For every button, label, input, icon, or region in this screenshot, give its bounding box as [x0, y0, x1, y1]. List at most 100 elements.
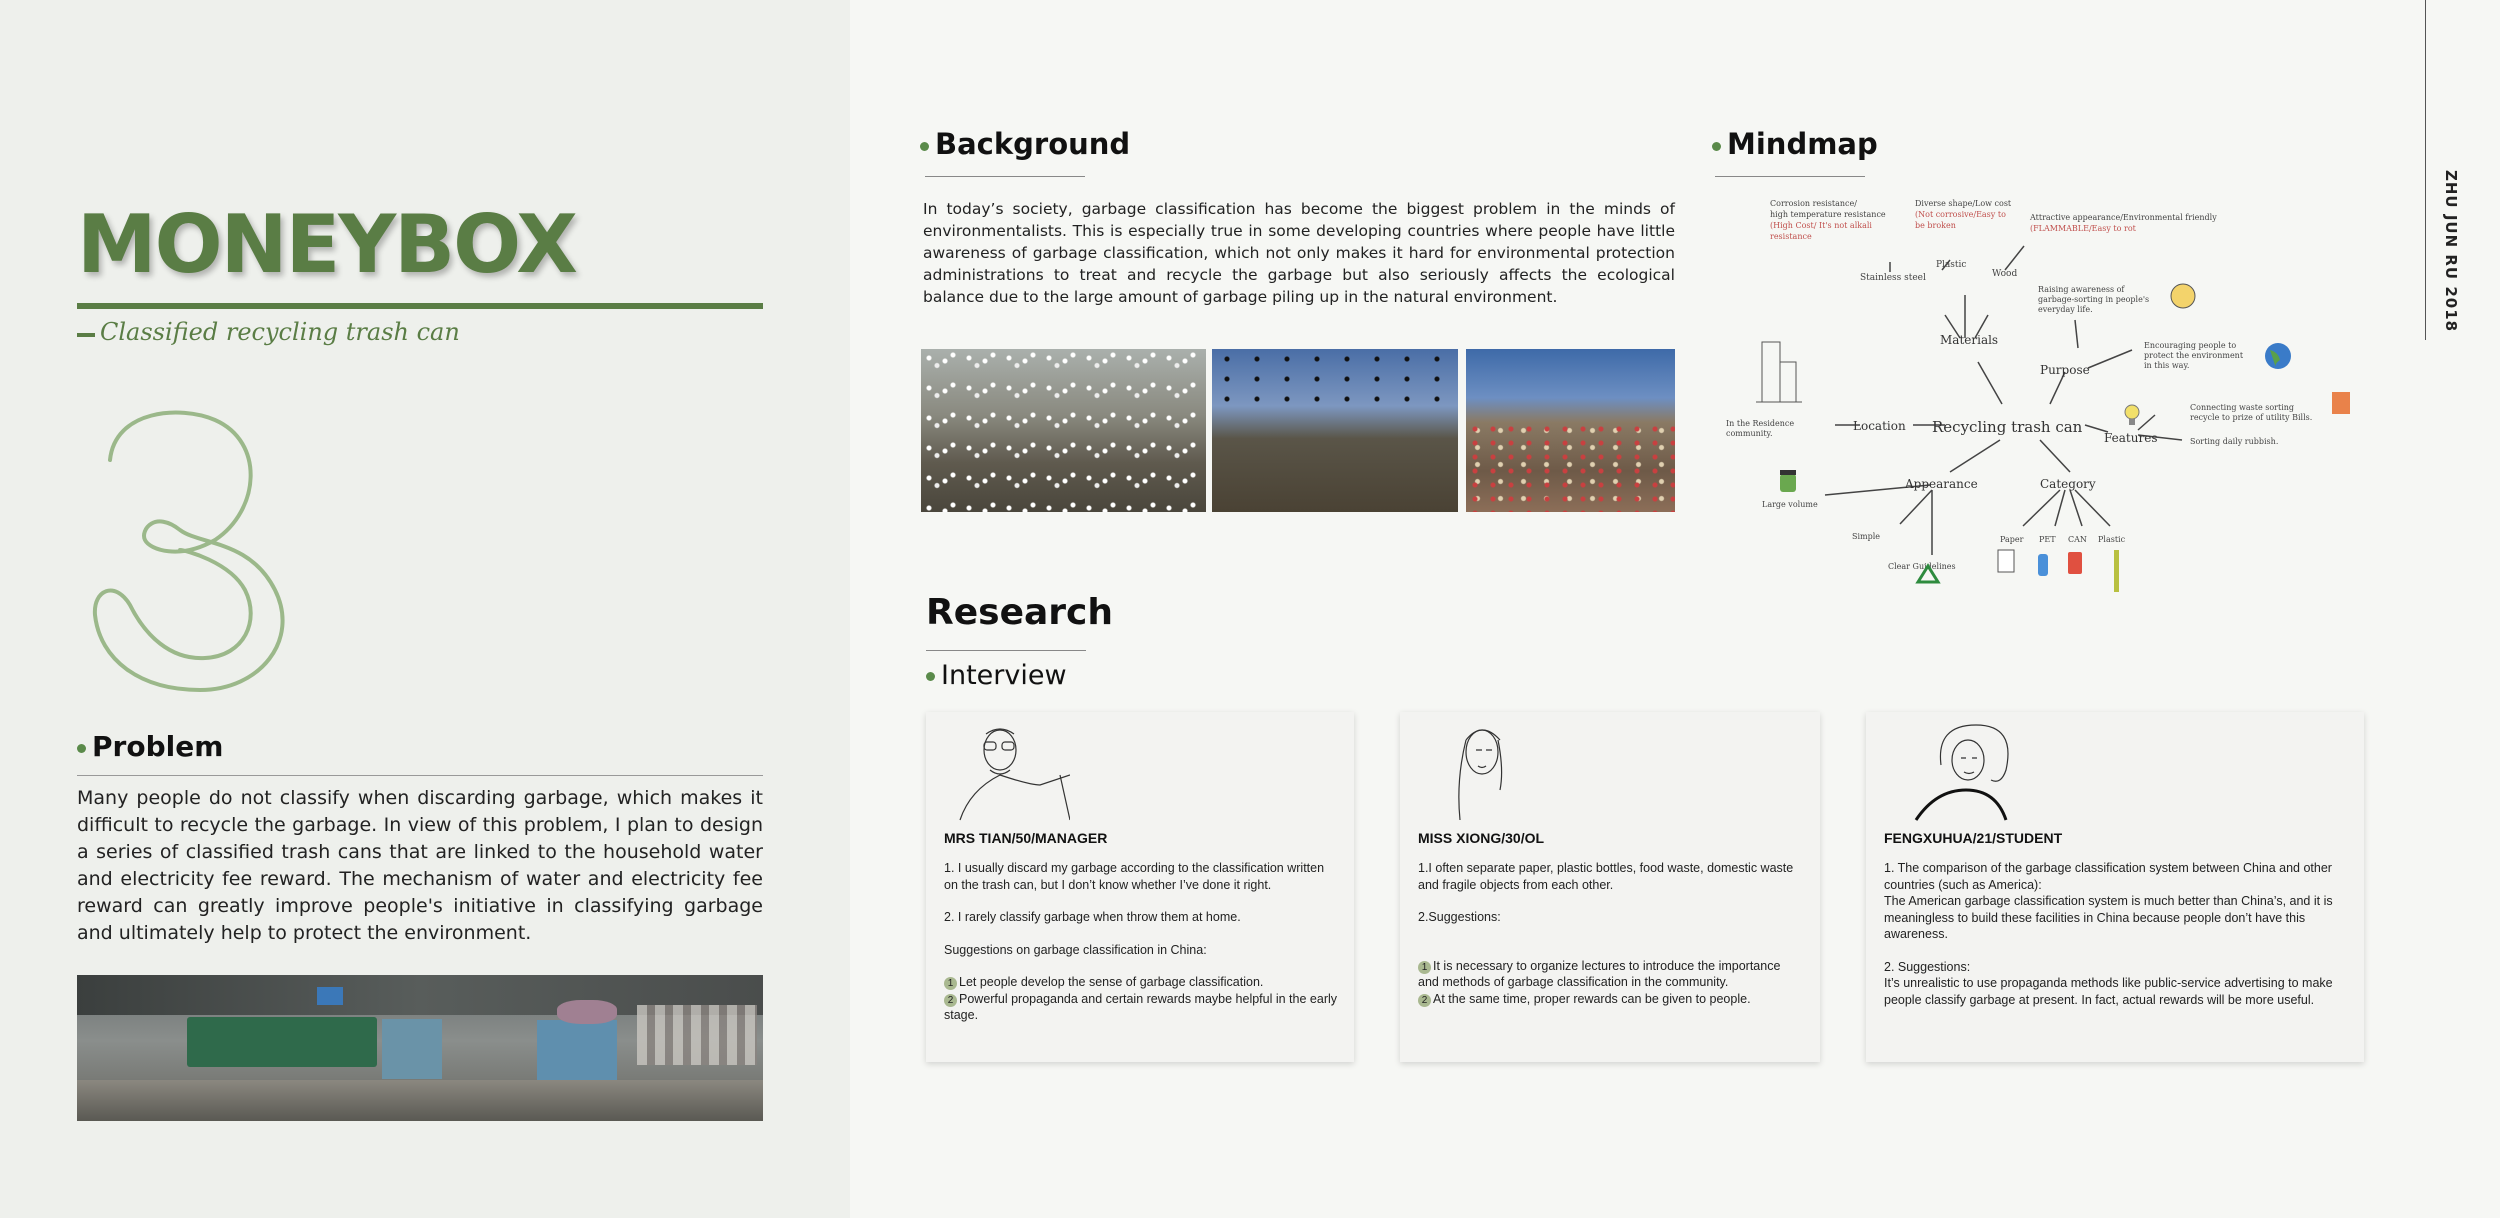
purpose-note-1c: everyday life.: [2038, 305, 2093, 314]
mindmap-wood: Wood: [1992, 269, 2017, 279]
head-lightbulb-icon: [2170, 283, 2196, 309]
category-can: CAN: [2068, 535, 2087, 544]
mindmap-diagram: Recycling trash can Materials Purpose Lo…: [1726, 199, 2350, 592]
brand-title: MONEYBOX: [77, 198, 578, 291]
purpose-note-1b: garbage-sorting in people's: [2038, 295, 2149, 304]
interviewee-name: FENGXUHUA/21/STUDENT: [1884, 830, 2063, 846]
note-paragraph: The American garbage classification syst…: [1884, 894, 2333, 941]
note-paragraph: 1.I often separate paper, plastic bottle…: [1418, 861, 1794, 892]
suggestion-item: 2 At the same time, proper rewards can be…: [1418, 991, 1804, 1008]
appearance-large-volume: Large volume: [1762, 500, 1818, 509]
bullet-dot: [77, 743, 86, 753]
mindmap-appearance: Appearance: [1904, 477, 1978, 491]
mindmap-purpose: Purpose: [2040, 363, 2090, 377]
location-note-1: In the Residence: [1726, 419, 1794, 428]
mindmap-center: Recycling trash can: [1932, 418, 2083, 436]
interviewee-name: MISS XIONG/30/OL: [1418, 830, 1545, 846]
note-wood-2: (FLAMMABLE/Easy to rot: [2030, 224, 2137, 233]
research-heading: Research: [926, 592, 1113, 633]
suggestion-text: Powerful propaganda and certain rewards …: [944, 991, 1338, 1023]
interview-card: FENGXUHUA/21/STUDENT 1. The comparison o…: [1866, 712, 2364, 1062]
mindmap-heading-text: Mindmap: [1727, 127, 1878, 161]
research-rule: [926, 650, 1086, 651]
note-plastic-2: (Not corrosive/Easy to: [1915, 210, 2006, 219]
background-rule: [925, 176, 1085, 177]
trash-bins-photo: [77, 975, 763, 1121]
outlined-number-three: [92, 410, 285, 692]
landfill-worker-photo: [1466, 349, 1675, 512]
problem-heading: Problem: [77, 730, 223, 763]
note-paragraph: 2.Suggestions:: [1418, 910, 1501, 924]
straw-icon: [2114, 550, 2119, 592]
category-paper: Paper: [2000, 535, 2024, 544]
subtitle-dash: [77, 333, 95, 337]
interview-notes: 1.I often separate paper, plastic bottle…: [1418, 860, 1804, 1007]
note-paragraph: 1. I usually discard my garbage accordin…: [944, 861, 1325, 892]
background-heading-text: Background: [935, 127, 1131, 161]
interviewee-name: MRS TIAN/50/MANAGER: [944, 830, 1108, 846]
interview-notes: 1. The comparison of the garbage classif…: [1884, 860, 2348, 1024]
category-plastic: Plastic: [2098, 535, 2126, 544]
note-plastic-1: Diverse shape/Low cost: [1915, 199, 2012, 208]
mindmap-heading: Mindmap: [1712, 127, 1878, 161]
suggestion-item: 1 It is necessary to organize lectures to…: [1418, 958, 1804, 991]
problem-heading-text: Problem: [92, 730, 224, 763]
purpose-note-2b: protect the environment: [2144, 351, 2244, 360]
purpose-note-2c: in this way.: [2144, 361, 2189, 370]
note-plastic-3: be broken: [1915, 221, 1956, 230]
bullet-dot: [1712, 141, 1721, 151]
mindmap-stainless: Stainless steel: [1860, 273, 1926, 283]
mindmap-location: Location: [1853, 419, 1906, 433]
number-badge: 1: [944, 977, 957, 990]
woman-portrait-sketch: [1458, 729, 1503, 821]
number-badge: 2: [944, 993, 957, 1007]
note-steel-4: resistance: [1770, 232, 1812, 241]
note-steel-3: (High Cost/ It's not alkali: [1770, 221, 1872, 230]
note-paragraph: 1. The comparison of the garbage classif…: [1884, 861, 2332, 892]
bullet-dot: [920, 141, 929, 151]
note-paragraph: 2. I rarely classify garbage when throw …: [944, 910, 1241, 924]
bottle-icon: [2038, 554, 2048, 576]
interview-card: MRS TIAN/50/MANAGER 1. I usually discard…: [926, 712, 1354, 1062]
features-note-2: Sorting daily rubbish.: [2190, 437, 2278, 446]
number-badge: 2: [1418, 993, 1431, 1007]
interview-notes: 1. I usually discard my garbage accordin…: [944, 860, 1338, 1024]
purpose-note-2a: Encouraging people to: [2144, 341, 2236, 350]
note-steel-2: high temperature resistance: [1770, 210, 1886, 219]
number-badge: 1: [1418, 960, 1431, 974]
appearance-clear-guidelines: Clear Guidelines: [1888, 562, 1956, 571]
lightbulb-icon: [2124, 404, 2140, 425]
building-icon: [1756, 341, 1802, 403]
side-divider: [2425, 0, 2426, 340]
student-portrait-sketch: [1914, 724, 2009, 821]
suggestion-text: At the same time, proper rewards can be …: [1433, 991, 1751, 1006]
suggestion-item: 1 Let people develop the sense of garbage…: [944, 974, 1338, 991]
bullet-dot: [926, 672, 935, 681]
suggestion-text: Let people develop the sense of garbage …: [959, 975, 1264, 989]
problem-rule: [77, 775, 763, 776]
category-pet: PET: [2039, 535, 2056, 544]
problem-text: Many people do not classify when discard…: [77, 787, 763, 944]
mindmap-features: Features: [2104, 431, 2157, 445]
suggestion-item: 2 Powerful propaganda and certain rewards…: [944, 991, 1338, 1024]
features-note-1a: Connecting waste sorting: [2190, 403, 2294, 412]
suggestion-text: It is necessary to organize lectures to …: [1418, 958, 1781, 990]
background-heading: Background: [920, 127, 1130, 161]
mindmap-category: Category: [2040, 477, 2096, 491]
man-portrait-sketch: [959, 728, 1070, 821]
appearance-simple: Simple: [1852, 532, 1880, 541]
purpose-note-1a: Raising awareness of: [2038, 285, 2125, 294]
note-steel-1: Corrosion resistance/: [1770, 199, 1857, 208]
brand-underline: [77, 303, 763, 309]
mindmap-rule: [1715, 176, 1865, 177]
author-year-label: ZHU JUN RU 2018: [2442, 170, 2460, 333]
landfill-birds-photo: [1212, 349, 1458, 512]
mindmap-plastic: Plastic: [1936, 260, 1966, 270]
frankenstein-icon: [1780, 470, 1796, 492]
background-text: In today’s society, garbage classificati…: [923, 200, 1675, 306]
note-paragraph: It’s unrealistic to use propaganda metho…: [1884, 976, 2333, 1007]
globe-icon: [2265, 343, 2291, 369]
paper-icon: [1997, 549, 2015, 573]
bill-icon: [2332, 392, 2350, 414]
can-icon: [2068, 552, 2082, 574]
